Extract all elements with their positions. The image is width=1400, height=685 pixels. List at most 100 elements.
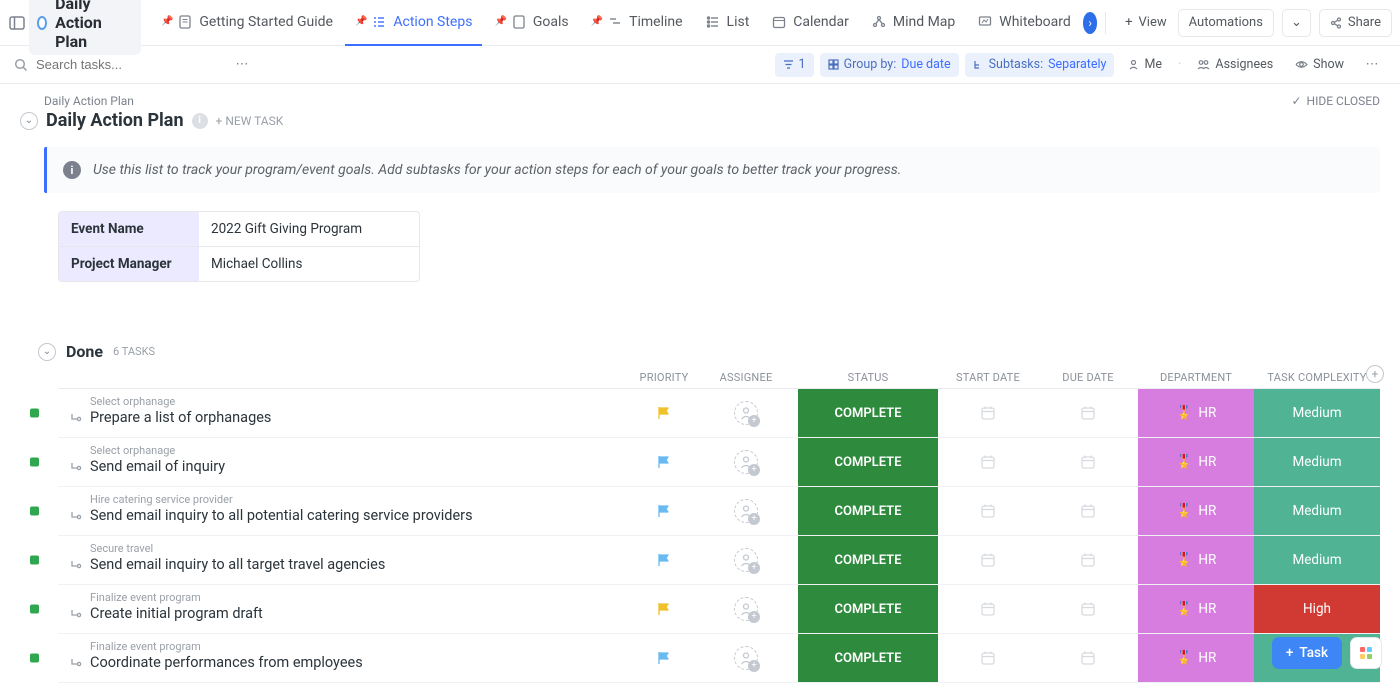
priority-cell[interactable] [634, 438, 694, 486]
complexity-cell[interactable]: Medium [1254, 536, 1380, 584]
new-task-link[interactable]: + NEW TASK [216, 114, 284, 128]
department-cell[interactable]: 🎖️HR [1138, 585, 1254, 633]
people-icon [1197, 59, 1210, 70]
complexity-cell[interactable]: Medium [1254, 389, 1380, 437]
status-cell[interactable]: COMPLETE [798, 438, 938, 486]
parent-task-label[interactable]: Hire catering service provider [70, 493, 233, 506]
sidebar-toggle-icon[interactable] [8, 9, 27, 37]
show-chip[interactable]: Show [1287, 53, 1352, 77]
table-row[interactable]: Finalize event program Coordinate perfor… [58, 634, 1380, 683]
parent-task-label[interactable]: Finalize event program [70, 640, 201, 653]
parent-task-label[interactable]: Select orphanage [70, 395, 175, 408]
department-cell[interactable]: 🎖️HR [1138, 438, 1254, 486]
priority-cell[interactable] [634, 634, 694, 682]
assignees-chip[interactable]: Assignees [1189, 53, 1281, 77]
groupby-chip[interactable]: Group by: Due date [820, 53, 959, 77]
subtasks-chip[interactable]: Subtasks: Separately [965, 53, 1115, 77]
list-title-chip[interactable]: Daily Action Plan [29, 0, 141, 55]
tab-calendar[interactable]: Calendar [761, 0, 859, 46]
start-date-cell[interactable] [938, 438, 1038, 486]
task-title: Send email of inquiry [90, 458, 225, 475]
status-cell[interactable]: COMPLETE [798, 389, 938, 437]
assignee-cell[interactable] [694, 585, 798, 633]
priority-cell[interactable] [634, 487, 694, 535]
table-row[interactable]: Select orphanage Send email of inquiry C… [58, 438, 1380, 487]
fab-apps-button[interactable] [1350, 637, 1382, 669]
complexity-cell[interactable]: Medium [1254, 438, 1380, 486]
due-date-cell[interactable] [1038, 536, 1138, 584]
assignee-cell[interactable] [694, 438, 798, 486]
filter-count-chip[interactable]: 1 [775, 53, 814, 77]
status-cell[interactable]: COMPLETE [798, 634, 938, 682]
add-column-icon[interactable]: + [1366, 365, 1384, 383]
assignee-placeholder-icon [734, 646, 758, 670]
due-date-cell[interactable] [1038, 634, 1138, 682]
search-more-icon[interactable]: ⋯ [228, 51, 256, 79]
parent-task-label[interactable]: Select orphanage [70, 444, 175, 457]
tab-label: Mind Map [893, 14, 955, 30]
tab-mind-map[interactable]: Mind Map [861, 0, 965, 46]
due-date-cell[interactable] [1038, 389, 1138, 437]
table-row[interactable]: Hire catering service provider Send emai… [58, 487, 1380, 536]
hide-closed-button[interactable]: ✓ HIDE CLOSED [1291, 94, 1380, 108]
more-options-icon[interactable]: ⋯ [1358, 51, 1386, 79]
priority-cell[interactable] [634, 389, 694, 437]
table-row[interactable]: Select orphanage Prepare a list of orpha… [58, 389, 1380, 438]
assignee-cell[interactable] [694, 487, 798, 535]
info-icon[interactable]: i [192, 113, 208, 129]
start-date-cell[interactable] [938, 389, 1038, 437]
department-cell[interactable]: 🎖️HR [1138, 634, 1254, 682]
assignee-cell[interactable] [694, 634, 798, 682]
complexity-cell[interactable]: Medium [1254, 487, 1380, 535]
due-date-cell[interactable] [1038, 585, 1138, 633]
target-icon [511, 14, 527, 30]
table-row[interactable]: Secure travel Send email inquiry to all … [58, 536, 1380, 585]
start-date-cell[interactable] [938, 536, 1038, 584]
tab-action-steps[interactable]: 📌 Action Steps [345, 0, 483, 46]
share-button[interactable]: Share [1319, 9, 1392, 37]
tab-timeline[interactable]: 📌 Timeline [581, 0, 693, 46]
tab-goals[interactable]: 📌 Goals [484, 0, 578, 46]
assignee-cell[interactable] [694, 389, 798, 437]
priority-cell[interactable] [634, 585, 694, 633]
col-department[interactable]: DEPARTMENT [1138, 367, 1254, 388]
status-cell[interactable]: COMPLETE [798, 487, 938, 535]
col-due-date[interactable]: DUE DATE [1038, 367, 1138, 388]
department-cell[interactable]: 🎖️HR [1138, 536, 1254, 584]
search-input[interactable] [36, 57, 216, 72]
table-row[interactable]: Finalize event program Create initial pr… [58, 585, 1380, 634]
tab-whiteboard[interactable]: Whiteboard [967, 0, 1081, 46]
parent-task-label[interactable]: Secure travel [70, 542, 153, 555]
collapse-group-icon[interactable]: ⌄ [38, 343, 56, 361]
status-cell[interactable]: COMPLETE [798, 585, 938, 633]
col-start-date[interactable]: START DATE [938, 367, 1038, 388]
due-date-cell[interactable] [1038, 487, 1138, 535]
start-date-cell[interactable] [938, 634, 1038, 682]
collapse-section-icon[interactable]: ⌄ [20, 112, 38, 130]
parent-task-label[interactable]: Finalize event program [70, 591, 201, 604]
tab-label: Goals [533, 14, 569, 30]
automations-button[interactable]: Automations [1178, 9, 1274, 37]
col-complexity[interactable]: TASK COMPLEXITY [1254, 367, 1380, 388]
tab-getting-started[interactable]: 📌 Getting Started Guide [151, 0, 343, 46]
department-cell[interactable]: 🎖️HR [1138, 487, 1254, 535]
status-cell[interactable]: COMPLETE [798, 536, 938, 584]
priority-cell[interactable] [634, 536, 694, 584]
col-status[interactable]: STATUS [798, 367, 938, 388]
add-view-button[interactable]: + View [1114, 9, 1178, 37]
complexity-cell[interactable]: High [1254, 585, 1380, 633]
due-date-cell[interactable] [1038, 438, 1138, 486]
me-chip[interactable]: Me [1120, 53, 1170, 77]
tabs-scroll-right-icon[interactable]: › [1083, 12, 1098, 34]
start-date-cell[interactable] [938, 585, 1038, 633]
breadcrumb[interactable]: Daily Action Plan [44, 94, 134, 108]
assignee-cell[interactable] [694, 536, 798, 584]
col-priority[interactable]: PRIORITY [634, 367, 694, 388]
col-assignee[interactable]: ASSIGNEE [694, 367, 798, 388]
fab-task-button[interactable]: + Task [1272, 637, 1342, 669]
fab-task-label: Task [1299, 645, 1328, 661]
tab-list[interactable]: List [695, 0, 760, 46]
department-cell[interactable]: 🎖️HR [1138, 389, 1254, 437]
automations-dropdown[interactable]: ⌄ [1282, 9, 1311, 37]
start-date-cell[interactable] [938, 487, 1038, 535]
